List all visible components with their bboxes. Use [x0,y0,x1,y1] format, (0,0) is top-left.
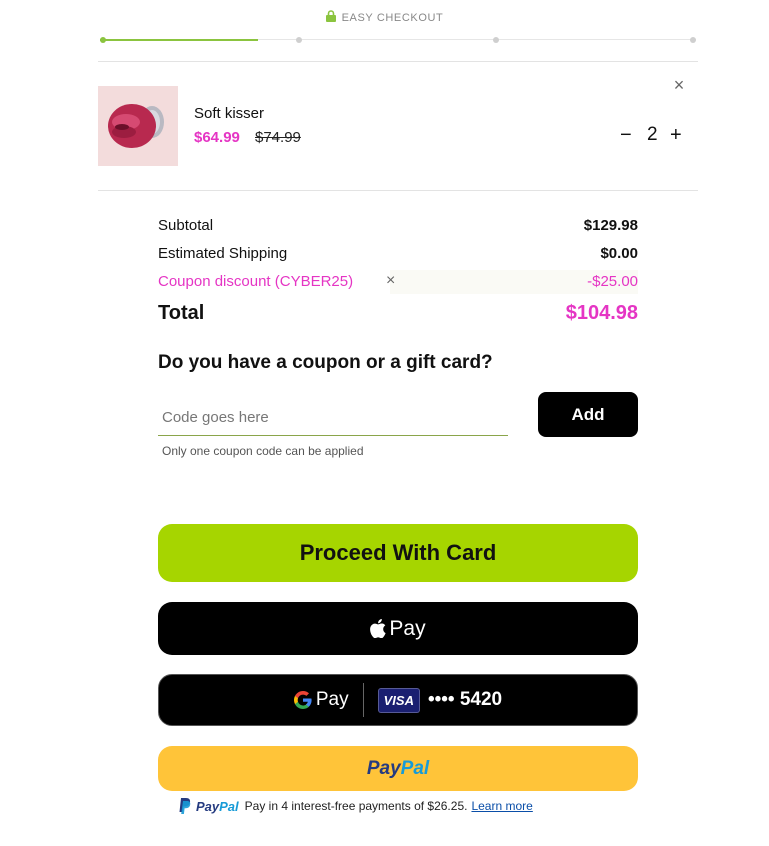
product-sale-price: $64.99 [194,129,240,146]
proceed-with-card-label: Proceed With Card [299,540,497,565]
coupon-code-input[interactable] [158,400,508,436]
add-coupon-button[interactable]: Add [538,392,638,437]
proceed-with-card-button[interactable]: Proceed With Card [158,524,638,582]
apple-pay-button[interactable]: Pay [158,602,638,655]
gpay-separator [362,683,364,717]
paypal-small-logo: PayPal [196,798,239,814]
lock-icon [325,10,336,25]
apple-pay-label: Pay [389,616,426,640]
checkout-title: EASY CHECKOUT [341,12,444,24]
quantity-value: 2 [647,124,658,145]
coupon-hint: Only one coupon code can be applied [162,444,364,458]
checkout-header: EASY CHECKOUT [0,10,769,25]
subtotal-value: $129.98 [583,217,638,234]
checkout-progress [100,37,696,43]
total-label: Total [158,302,205,324]
coupon-discount-label: Coupon discount (CYBER25) [158,273,354,290]
shipping-label: Estimated Shipping [158,245,288,262]
visa-card-badge: VISA [377,687,420,713]
paypal-logo-pal: Pal [400,757,430,779]
google-pay-button[interactable]: Pay VISA •••• 5420 [158,674,638,726]
total-value: $104.98 [565,302,638,324]
quantity-increase-button[interactable]: + [670,124,682,147]
progress-step-3 [493,37,499,43]
google-g-icon [293,691,312,709]
quantity-decrease-button[interactable]: − [620,124,632,147]
product-original-price: $74.99 [255,129,301,146]
card-last-four: •••• 5420 [427,689,503,710]
progress-step-1 [100,37,106,43]
paypal-button[interactable]: Pay Pal [158,746,638,791]
product-name[interactable]: Soft kisser [194,105,264,122]
learn-more-link[interactable]: Learn more [471,799,532,813]
progress-step-2 [296,37,302,43]
progress-step-4 [690,37,696,43]
google-pay-label: Pay [315,689,349,710]
shipping-value: $0.00 [600,245,638,262]
apple-icon [370,619,387,638]
product-thumbnail[interactable] [98,86,178,166]
coupon-section-title: Do you have a coupon or a gift card? [158,352,493,373]
divider [98,61,698,62]
progress-fill [100,39,258,41]
coupon-discount-value: -$25.00 [587,273,638,290]
paypal-logo-pay: Pay [366,757,401,779]
divider [98,190,698,191]
paypal-p-icon [178,798,192,814]
subtotal-label: Subtotal [158,217,214,234]
paypal-paylater-message: PayPal Pay in 4 interest-free payments o… [178,798,533,814]
remove-item-icon[interactable]: × [670,76,688,94]
remove-coupon-icon[interactable]: × [386,272,395,290]
paylater-text: Pay in 4 interest-free payments of $26.2… [244,799,468,813]
